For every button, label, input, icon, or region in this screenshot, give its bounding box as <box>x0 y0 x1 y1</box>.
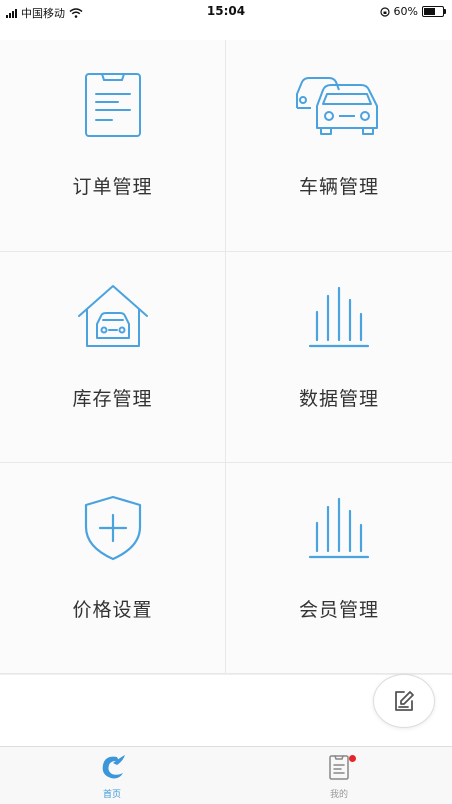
menu-label: 车辆管理 <box>298 176 379 198</box>
menu-tile-inventory[interactable]: 库存管理 <box>0 252 226 463</box>
bar-chart-icon <box>308 286 370 348</box>
menu-label: 价格设置 <box>72 599 153 621</box>
edit-icon <box>395 691 414 711</box>
menu-tile-pricing[interactable]: 价格设置 <box>0 463 226 674</box>
battery-percent: 60% <box>393 5 418 18</box>
menu-tile-vehicles[interactable]: 车辆管理 <box>226 40 452 252</box>
tab-home[interactable]: 首页 <box>72 753 152 800</box>
document-icon <box>84 73 141 137</box>
tab-mine[interactable]: 我的 <box>299 753 379 800</box>
shield-plus-icon <box>84 495 141 561</box>
menu-label: 订单管理 <box>72 176 153 198</box>
tab-label: 首页 <box>102 790 121 800</box>
garage-icon <box>77 285 148 347</box>
bar-chart-icon <box>308 497 370 559</box>
notification-badge <box>349 755 356 762</box>
menu-label: 会员管理 <box>298 599 379 621</box>
tab-bar: 首页 我的 <box>0 746 452 804</box>
rotation-lock-icon <box>379 6 390 17</box>
edit-fab-button[interactable] <box>373 674 435 728</box>
home-logo-icon <box>102 755 125 779</box>
menu-grid: 订单管理 车辆管理 库存管理 数据管理 价格设置 会员管理 <box>0 40 452 674</box>
tab-label: 我的 <box>329 790 348 800</box>
battery-icon <box>422 6 446 17</box>
status-right: 60% <box>379 5 446 18</box>
profile-doc-icon <box>329 755 349 780</box>
status-bar: 中国移动 15:04 60% <box>0 0 452 24</box>
menu-tile-orders[interactable]: 订单管理 <box>0 40 226 252</box>
menu-label: 数据管理 <box>298 388 379 410</box>
menu-tile-data[interactable]: 数据管理 <box>226 252 452 463</box>
menu-tile-members[interactable]: 会员管理 <box>226 463 452 674</box>
menu-label: 库存管理 <box>72 388 153 410</box>
cars-icon <box>296 77 378 135</box>
